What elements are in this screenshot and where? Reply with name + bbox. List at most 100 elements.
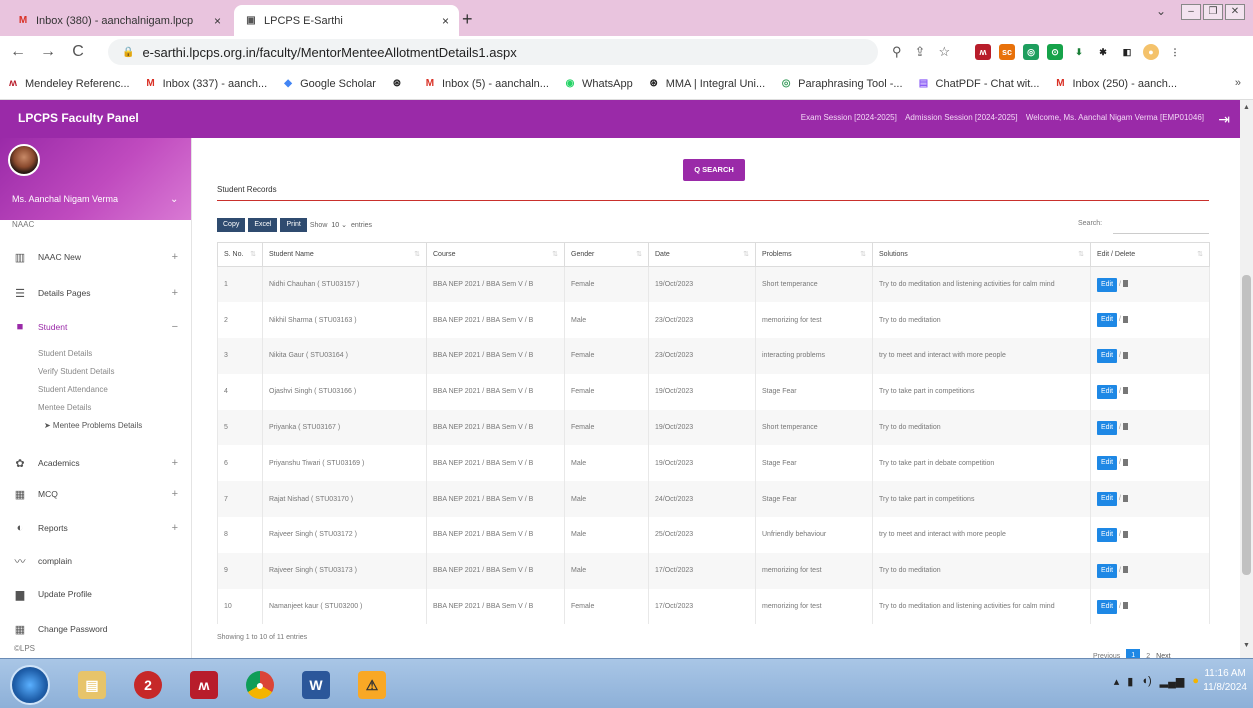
- edit-button[interactable]: Edit: [1097, 313, 1117, 328]
- page-length-select[interactable]: 10 ⌄: [331, 221, 347, 229]
- sidebar-item-complain[interactable]: 〰 complain: [0, 548, 191, 574]
- bookmark-item[interactable]: ◆ Google Scholar: [281, 78, 376, 90]
- chrome-tray-icon[interactable]: ●: [1192, 675, 1199, 688]
- download-extension-icon[interactable]: ⬇: [1071, 44, 1087, 60]
- trash-icon[interactable]: [1122, 494, 1128, 502]
- bookmark-item[interactable]: M Inbox (337) - aanch...: [144, 78, 267, 90]
- chevron-down-icon[interactable]: ⌄: [170, 194, 178, 205]
- column-header-problems[interactable]: Problems ⇅: [755, 242, 873, 267]
- bookmark-item[interactable]: ⊛: [390, 78, 409, 90]
- print-button[interactable]: Print: [280, 218, 307, 232]
- mendeley-extension-icon[interactable]: ʍ: [975, 44, 991, 60]
- bookmark-item[interactable]: M Inbox (5) - aanchaln...: [423, 78, 549, 90]
- reload-button[interactable]: C: [66, 43, 90, 61]
- share-icon[interactable]: ⇪: [915, 44, 926, 60]
- expand-icon[interactable]: +: [172, 251, 178, 263]
- column-header-student-name[interactable]: Student Name ⇅: [262, 242, 427, 267]
- address-bar[interactable]: 🔒 e-sarthi.lpcps.org.in/faculty/MentorMe…: [108, 39, 878, 65]
- sidepanel-icon[interactable]: ◧: [1119, 44, 1135, 60]
- sidebar-sub-verify-student-details[interactable]: Verify Student Details: [38, 367, 114, 376]
- edit-button[interactable]: Edit: [1097, 384, 1117, 399]
- bookmark-item[interactable]: ▤ ChatPDF - Chat wit...: [917, 78, 1040, 90]
- sidebar-item-details-pages[interactable]: ☰ Details Pages +: [0, 280, 191, 306]
- expand-icon[interactable]: +: [172, 457, 178, 469]
- sidebar-item-academics[interactable]: ✿ Academics +: [0, 450, 191, 476]
- taskbar-app-red[interactable]: 2: [122, 665, 174, 705]
- column-header-edit-delete[interactable]: Edit / Delete ⇅: [1090, 242, 1210, 267]
- tab-search-icon[interactable]: ⌄: [1151, 4, 1171, 20]
- sidebar-sub-student-attendance[interactable]: Student Attendance: [38, 385, 108, 394]
- expand-icon[interactable]: +: [172, 522, 178, 534]
- user-name[interactable]: Ms. Aanchal Nigam Verma: [12, 194, 118, 204]
- scholar-extension-icon[interactable]: sc: [999, 44, 1015, 60]
- sidebar-item-reports[interactable]: ◐ Reports +: [0, 515, 191, 541]
- close-tab-icon[interactable]: ×: [442, 14, 449, 28]
- trash-icon[interactable]: [1122, 351, 1128, 359]
- sidebar-item-student[interactable]: ■ Student −: [0, 314, 191, 340]
- copy-button[interactable]: Copy: [217, 218, 246, 232]
- bookmark-item[interactable]: ⊛ MMA | Integral Uni...: [647, 78, 766, 90]
- trash-icon[interactable]: [1122, 280, 1128, 288]
- sidebar-item-mcq[interactable]: ▦ MCQ +: [0, 481, 191, 507]
- sidebar-sub-mentee-problems-details[interactable]: ➤ Mentee Problems Details: [44, 421, 142, 430]
- column-header-gender[interactable]: Gender ⇅: [564, 242, 649, 267]
- tab-gmail-inbox[interactable]: M Inbox (380) - aanchalnigam.lpcp ×: [6, 5, 231, 36]
- search-button[interactable]: Q SEARCH: [683, 159, 745, 181]
- scrollbar-thumb[interactable]: [1242, 275, 1251, 575]
- close-window-button[interactable]: ✕: [1225, 4, 1245, 20]
- star-icon[interactable]: ☆: [938, 44, 950, 60]
- column-header-course[interactable]: Course ⇅: [426, 242, 565, 267]
- sidebar-item-change-password[interactable]: ▦ Change Password: [0, 616, 191, 642]
- trash-icon[interactable]: [1122, 423, 1128, 431]
- sidebar-item-naac-new[interactable]: ▥ NAAC New +: [0, 244, 191, 270]
- edit-button[interactable]: Edit: [1097, 492, 1117, 507]
- new-tab-button[interactable]: +: [462, 9, 473, 30]
- green2-extension-icon[interactable]: ⊙: [1047, 44, 1063, 60]
- green-extension-icon[interactable]: ◎: [1023, 44, 1039, 60]
- trash-icon[interactable]: [1122, 602, 1128, 610]
- edit-button[interactable]: Edit: [1097, 563, 1117, 578]
- page-scrollbar[interactable]: ▲ ▼: [1240, 100, 1253, 658]
- scroll-up-icon[interactable]: ▲: [1243, 104, 1250, 111]
- tab-esarthi[interactable]: ▣ LPCPS E-Sarthi ×: [234, 5, 459, 36]
- search-input[interactable]: [1113, 214, 1209, 234]
- zoom-icon[interactable]: ⚲: [892, 44, 902, 60]
- sidebar-sub-student-details[interactable]: Student Details: [38, 349, 92, 358]
- close-tab-icon[interactable]: ×: [214, 14, 221, 28]
- column-header-date[interactable]: Date ⇅: [648, 242, 756, 267]
- tray-arrow-icon[interactable]: ▴: [1114, 675, 1120, 688]
- sidebar-item-update-profile[interactable]: ▆ Update Profile: [0, 581, 191, 607]
- puzzle-extension-icon[interactable]: ✱: [1095, 44, 1111, 60]
- trash-icon[interactable]: [1122, 387, 1128, 395]
- trash-icon[interactable]: [1122, 566, 1128, 574]
- expand-icon[interactable]: +: [172, 287, 178, 299]
- expand-icon[interactable]: +: [172, 488, 178, 500]
- taskbar-file-explorer[interactable]: ▤: [66, 665, 118, 705]
- volume-icon[interactable]: ◖): [1141, 675, 1151, 688]
- taskbar-word[interactable]: W: [290, 665, 342, 705]
- taskbar-mendeley[interactable]: ʍ: [178, 665, 230, 705]
- excel-button[interactable]: Excel: [248, 218, 278, 232]
- app-brand[interactable]: LPCPS Faculty Panel: [18, 111, 139, 125]
- taskbar-chrome[interactable]: ●: [234, 665, 286, 705]
- restore-button[interactable]: ❐: [1203, 4, 1223, 20]
- trash-icon[interactable]: [1122, 315, 1128, 323]
- battery-icon[interactable]: ▮: [1127, 675, 1133, 688]
- edit-button[interactable]: Edit: [1097, 420, 1117, 435]
- menu-dots-icon[interactable]: ⋮: [1167, 44, 1183, 60]
- logout-icon[interactable]: ⇥: [1218, 111, 1230, 128]
- forward-button[interactable]: →: [36, 43, 60, 61]
- profile-avatar-icon[interactable]: ●: [1143, 44, 1159, 60]
- column-header-sno[interactable]: S. No. ⇅: [217, 242, 263, 267]
- collapse-icon[interactable]: −: [172, 321, 178, 333]
- edit-button[interactable]: Edit: [1097, 348, 1117, 363]
- bookmark-item[interactable]: ◎ Paraphrasing Tool -...: [779, 78, 903, 90]
- sidebar-item-naac[interactable]: NAAC: [12, 220, 34, 229]
- sidebar-sub-mentee-details[interactable]: Mentee Details: [38, 403, 91, 412]
- edit-button[interactable]: Edit: [1097, 277, 1117, 292]
- trash-icon[interactable]: [1122, 459, 1128, 467]
- column-header-solutions[interactable]: Solutions ⇅: [872, 242, 1091, 267]
- taskbar-warning-app[interactable]: ⚠: [346, 665, 398, 705]
- edit-button[interactable]: Edit: [1097, 599, 1117, 614]
- edit-button[interactable]: Edit: [1097, 527, 1117, 542]
